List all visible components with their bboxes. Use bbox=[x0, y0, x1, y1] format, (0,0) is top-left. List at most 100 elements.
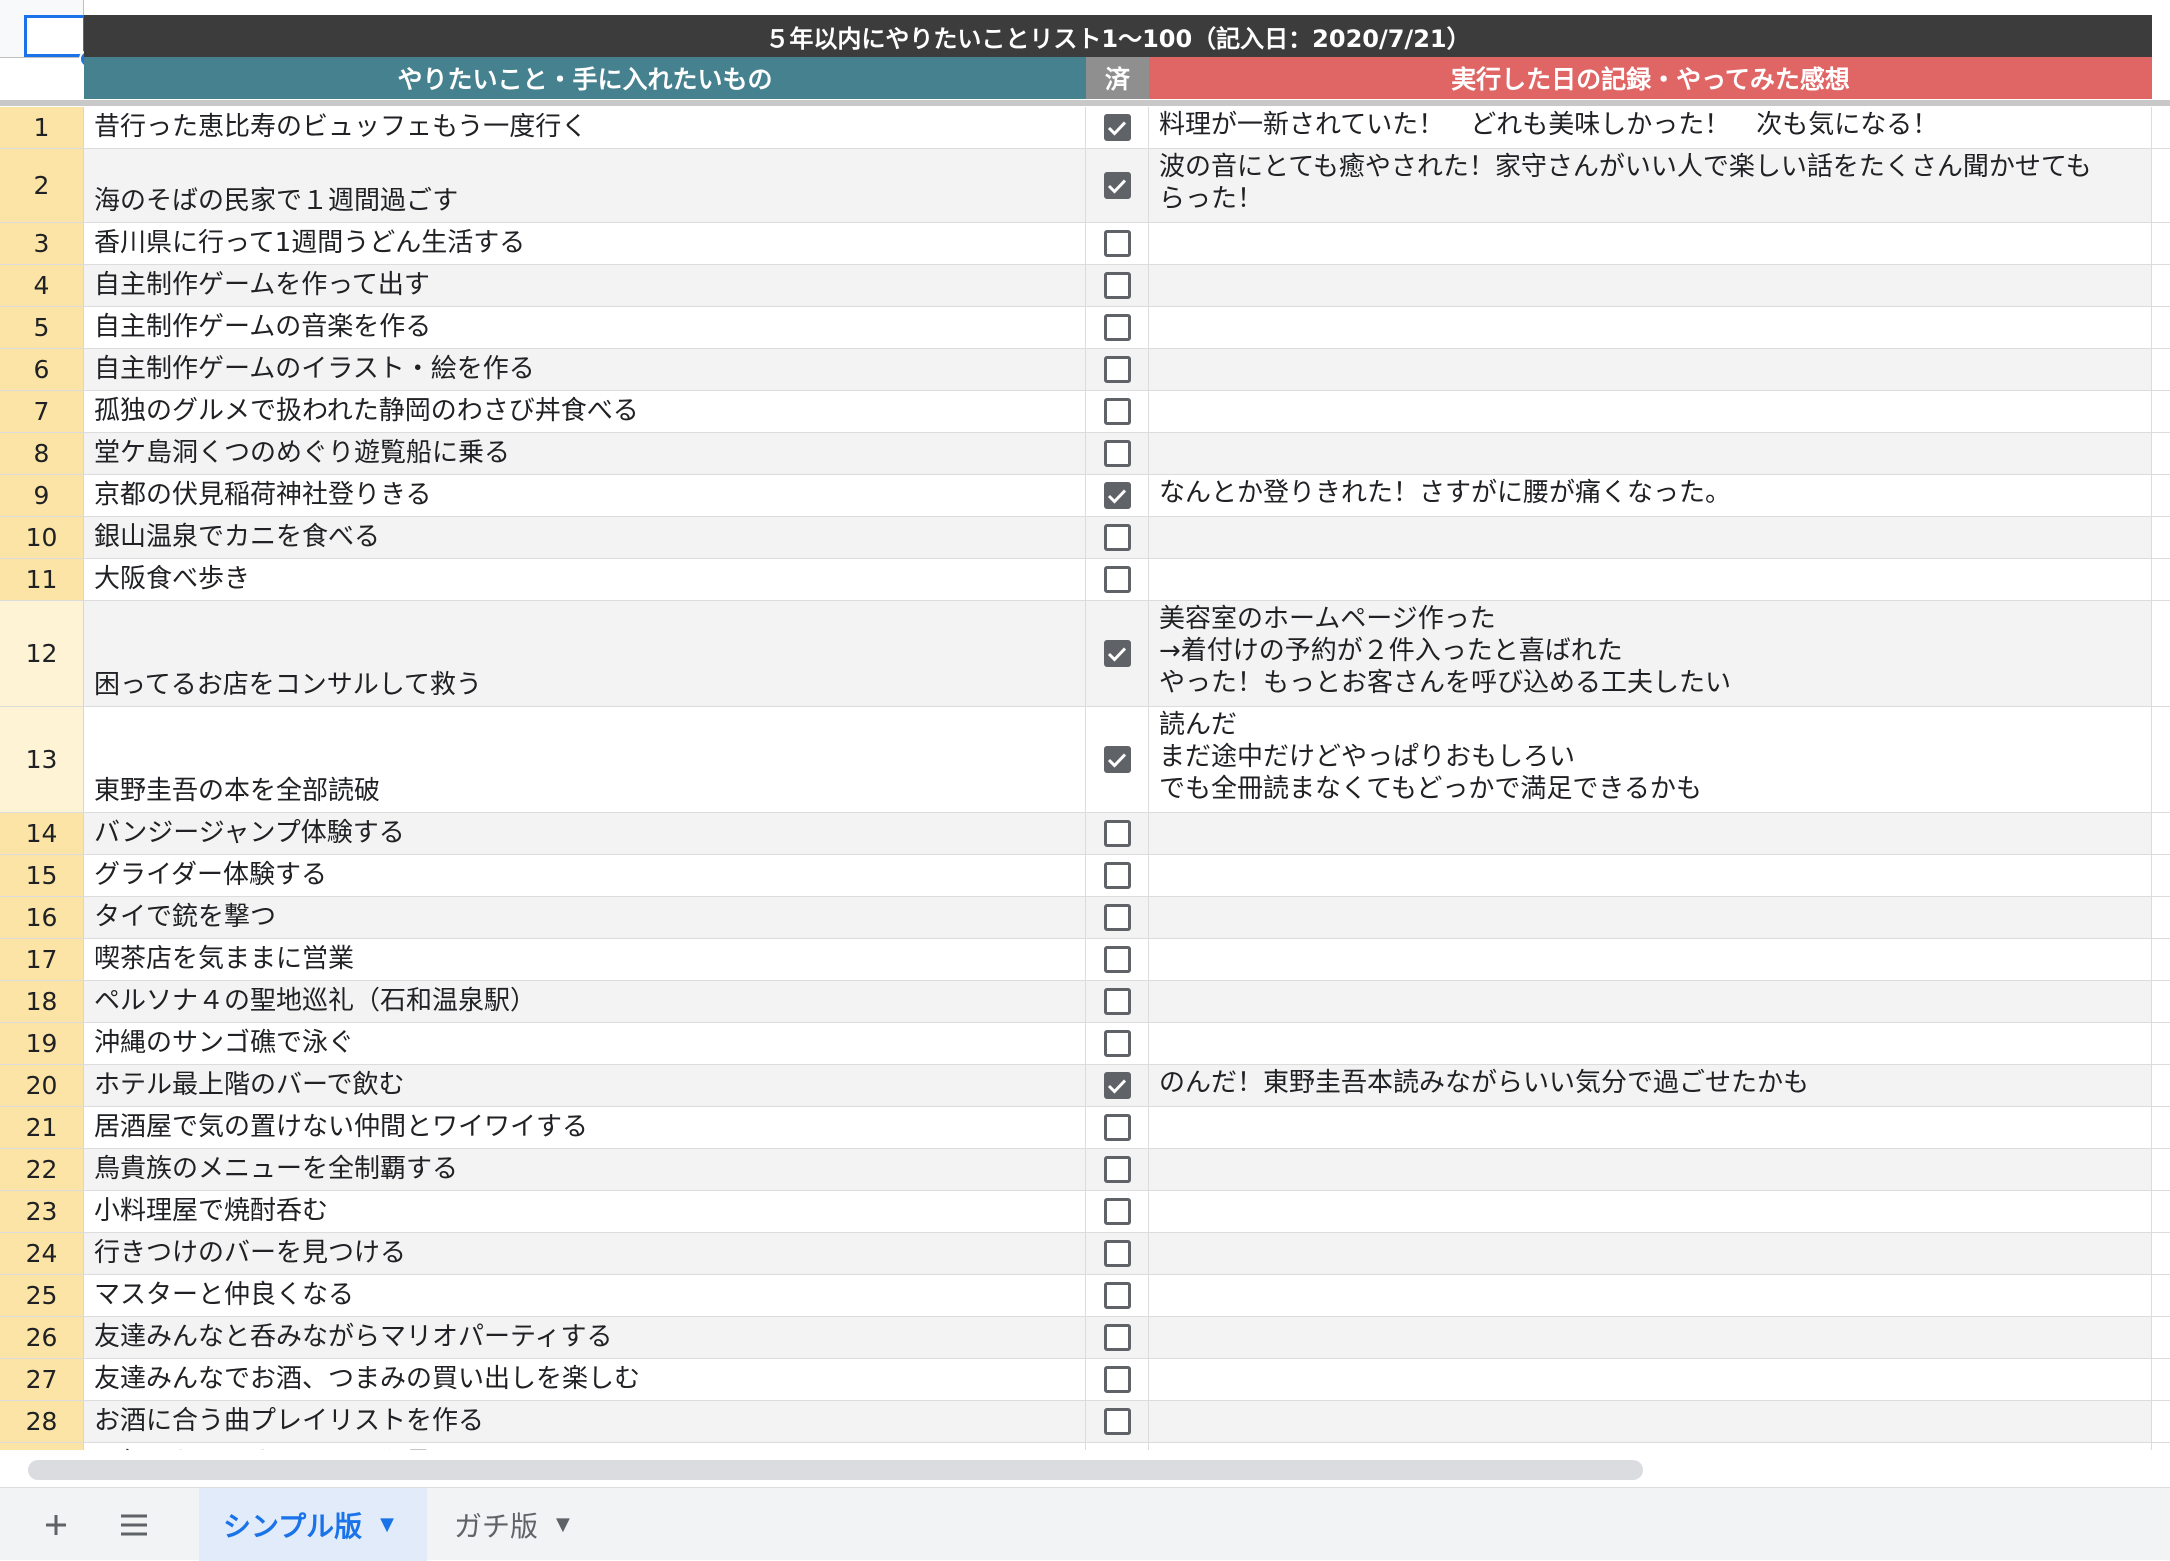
note-cell[interactable] bbox=[1149, 223, 2152, 264]
note-cell[interactable] bbox=[1149, 1149, 2152, 1190]
done-cell[interactable] bbox=[1086, 813, 1149, 854]
chevron-down-icon[interactable]: ▼ bbox=[556, 1514, 570, 1535]
done-cell[interactable] bbox=[1086, 1149, 1149, 1190]
table-row[interactable]: 17 喫茶店を気ままに営業 bbox=[0, 939, 2170, 981]
note-cell[interactable] bbox=[1149, 265, 2152, 306]
done-checkbox[interactable] bbox=[1103, 398, 1131, 425]
task-cell[interactable]: 友達みんなと呑みながらマリオパーティする bbox=[84, 1317, 1086, 1358]
done-cell[interactable] bbox=[1086, 1065, 1149, 1106]
done-cell[interactable] bbox=[1086, 475, 1149, 516]
done-checkbox[interactable] bbox=[1103, 1240, 1131, 1267]
note-cell[interactable] bbox=[1149, 1107, 2152, 1148]
done-checkbox[interactable] bbox=[1103, 1198, 1131, 1225]
spreadsheet-grid[interactable]: ５年以内にやりたいことリスト1〜100（記入日：2020/7/21） やりたいこ… bbox=[0, 0, 2170, 1450]
done-checkbox[interactable] bbox=[1103, 1324, 1131, 1351]
table-row[interactable]: 29お気に入りのウイスキーを見つける bbox=[0, 1443, 2170, 1450]
done-checkbox[interactable] bbox=[1103, 1366, 1131, 1393]
task-cell[interactable]: 友達みんなでお酒、つまみの買い出しを楽しむ bbox=[84, 1359, 1086, 1400]
note-cell[interactable] bbox=[1149, 1443, 2152, 1450]
task-cell[interactable]: 香川県に行って1週間うどん生活する bbox=[84, 223, 1086, 264]
done-cell[interactable] bbox=[1086, 1401, 1149, 1442]
done-cell[interactable] bbox=[1086, 1233, 1149, 1274]
done-checkbox[interactable] bbox=[1103, 1282, 1131, 1309]
done-checkbox[interactable] bbox=[1103, 1030, 1131, 1057]
done-checkbox[interactable] bbox=[1103, 746, 1131, 773]
note-cell[interactable]: 読んだ まだ途中だけどやっぱりおもしろい でも全冊読まなくてもどっかで満足できる… bbox=[1149, 707, 2152, 812]
table-row[interactable]: 16 タイで銃を撃つ bbox=[0, 897, 2170, 939]
note-cell[interactable]: 波の音にとても癒やされた！家守さんがいい人で楽しい話をたくさん聞かせても らった… bbox=[1149, 149, 2152, 222]
task-cell[interactable]: 自主制作ゲームを作って出す bbox=[84, 265, 1086, 306]
done-checkbox[interactable] bbox=[1103, 524, 1131, 551]
note-cell[interactable] bbox=[1149, 1275, 2152, 1316]
task-cell[interactable]: 喫茶店を気ままに営業 bbox=[84, 939, 1086, 980]
task-cell[interactable]: 京都の伏見稲荷神社登りきる bbox=[84, 475, 1086, 516]
task-cell[interactable]: 銀山温泉でカニを食べる bbox=[84, 517, 1086, 558]
note-cell[interactable] bbox=[1149, 1023, 2152, 1064]
table-row[interactable]: 25 マスターと仲良くなる bbox=[0, 1275, 2170, 1317]
done-checkbox[interactable] bbox=[1103, 482, 1131, 509]
done-cell[interactable] bbox=[1086, 981, 1149, 1022]
done-checkbox[interactable] bbox=[1103, 114, 1131, 141]
done-cell[interactable] bbox=[1086, 107, 1149, 148]
note-cell[interactable] bbox=[1149, 517, 2152, 558]
note-cell[interactable] bbox=[1149, 1359, 2152, 1400]
done-checkbox[interactable] bbox=[1103, 1408, 1131, 1435]
table-row[interactable]: 8 堂ケ島洞くつのめぐり遊覧船に乗る bbox=[0, 433, 2170, 475]
note-cell[interactable]: のんだ！東野圭吾本読みながらいい気分で過ごせたかも bbox=[1149, 1065, 2152, 1106]
table-row[interactable]: 26 友達みんなと呑みながらマリオパーティする bbox=[0, 1317, 2170, 1359]
note-cell[interactable] bbox=[1149, 1401, 2152, 1442]
task-cell[interactable]: マスターと仲良くなる bbox=[84, 1275, 1086, 1316]
done-cell[interactable] bbox=[1086, 855, 1149, 896]
done-cell[interactable] bbox=[1086, 1107, 1149, 1148]
done-checkbox[interactable] bbox=[1103, 272, 1131, 299]
note-cell[interactable] bbox=[1149, 1191, 2152, 1232]
done-checkbox[interactable] bbox=[1103, 1072, 1131, 1099]
done-cell[interactable] bbox=[1086, 391, 1149, 432]
note-cell[interactable] bbox=[1149, 855, 2152, 896]
table-row[interactable]: 24 行きつけのバーを見つける bbox=[0, 1233, 2170, 1275]
task-cell[interactable]: 沖縄のサンゴ礁で泳ぐ bbox=[84, 1023, 1086, 1064]
table-row[interactable]: 15 グライダー体験する bbox=[0, 855, 2170, 897]
table-row[interactable]: 6 自主制作ゲームのイラスト・絵を作る bbox=[0, 349, 2170, 391]
done-cell[interactable] bbox=[1086, 1443, 1149, 1450]
header-note[interactable]: 実行した日の記録・やってみた感想 bbox=[1149, 57, 2152, 99]
done-cell[interactable] bbox=[1086, 223, 1149, 264]
done-checkbox[interactable] bbox=[1103, 904, 1131, 931]
table-row[interactable]: 22 鳥貴族のメニューを全制覇する bbox=[0, 1149, 2170, 1191]
note-cell[interactable] bbox=[1149, 307, 2152, 348]
task-cell[interactable]: バンジージャンプ体験する bbox=[84, 813, 1086, 854]
plus-icon[interactable] bbox=[26, 1488, 86, 1561]
task-cell[interactable]: 居酒屋で気の置けない仲間とワイワイする bbox=[84, 1107, 1086, 1148]
done-cell[interactable] bbox=[1086, 349, 1149, 390]
table-row[interactable]: 2 海のそばの民家で１週間過ごす 波の音にとても癒やされた！家守さんがいい人で楽しい… bbox=[0, 149, 2170, 223]
task-cell[interactable]: 大阪食べ歩き bbox=[84, 559, 1086, 600]
table-row[interactable]: 10 銀山温泉でカニを食べる bbox=[0, 517, 2170, 559]
done-cell[interactable] bbox=[1086, 433, 1149, 474]
note-cell[interactable]: 料理が一新されていた！ どれも美味しかった！ 次も気になる！ bbox=[1149, 107, 2152, 148]
done-checkbox[interactable] bbox=[1103, 862, 1131, 889]
done-checkbox[interactable] bbox=[1103, 566, 1131, 593]
done-cell[interactable] bbox=[1086, 601, 1149, 706]
done-cell[interactable] bbox=[1086, 1359, 1149, 1400]
task-cell[interactable]: ペルソナ４の聖地巡礼（石和温泉駅） bbox=[84, 981, 1086, 1022]
done-checkbox[interactable] bbox=[1103, 988, 1131, 1015]
done-checkbox[interactable] bbox=[1103, 1156, 1131, 1183]
done-cell[interactable] bbox=[1086, 517, 1149, 558]
table-row[interactable]: 18 ペルソナ４の聖地巡礼（石和温泉駅） bbox=[0, 981, 2170, 1023]
done-checkbox[interactable] bbox=[1103, 946, 1131, 973]
table-row[interactable]: 21 居酒屋で気の置けない仲間とワイワイする bbox=[0, 1107, 2170, 1149]
note-cell[interactable] bbox=[1149, 897, 2152, 938]
table-row[interactable]: 4 自主制作ゲームを作って出す bbox=[0, 265, 2170, 307]
task-cell[interactable]: 自主制作ゲームの音楽を作る bbox=[84, 307, 1086, 348]
done-checkbox[interactable] bbox=[1103, 820, 1131, 847]
done-cell[interactable] bbox=[1086, 939, 1149, 980]
table-row[interactable]: 5 自主制作ゲームの音楽を作る bbox=[0, 307, 2170, 349]
selected-cell[interactable] bbox=[24, 15, 86, 57]
done-checkbox[interactable] bbox=[1103, 640, 1131, 667]
done-cell[interactable] bbox=[1086, 897, 1149, 938]
task-cell[interactable]: 東野圭吾の本を全部読破 bbox=[84, 707, 1086, 812]
task-cell[interactable]: 鳥貴族のメニューを全制覇する bbox=[84, 1149, 1086, 1190]
frozen-row-divider[interactable] bbox=[0, 100, 2170, 106]
done-checkbox[interactable] bbox=[1103, 230, 1131, 257]
done-cell[interactable] bbox=[1086, 265, 1149, 306]
